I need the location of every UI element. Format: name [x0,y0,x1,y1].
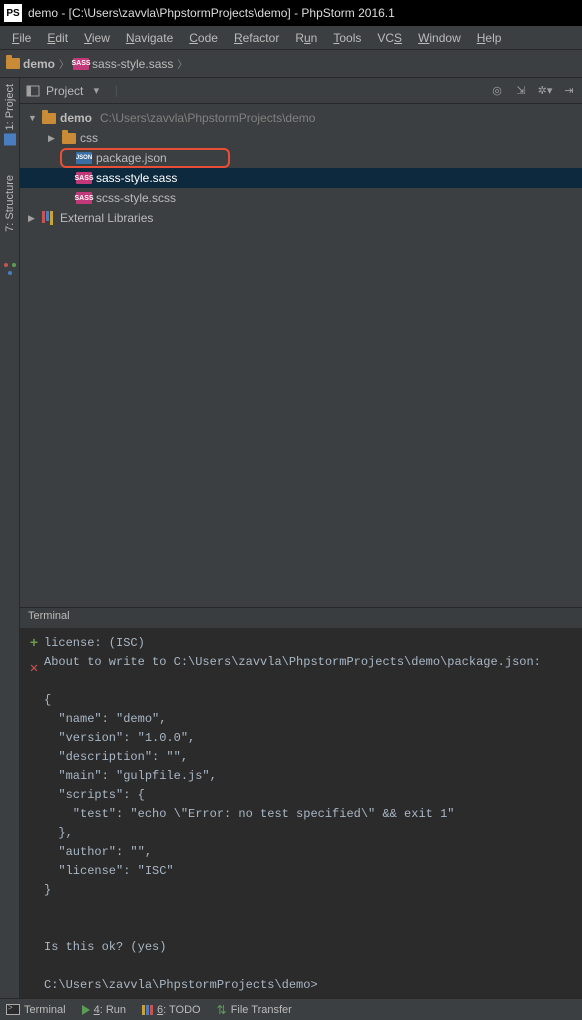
tree-root-label: demo [60,111,92,125]
folder-icon [6,58,20,69]
left-tool-strip: 1: Project 7: Structure [0,78,20,998]
hide-icon[interactable]: ⇥ [562,84,576,98]
tree-arrow-right-icon[interactable]: ▶ [28,213,38,224]
terminal-output[interactable]: license: (ISC) About to write to C:\User… [44,634,576,992]
menu-code[interactable]: Code [181,29,226,47]
gear-icon[interactable]: ✲▾ [538,84,552,98]
tree-item-label: sass-style.sass [96,171,177,185]
tree-item-css[interactable]: ▶ css [20,128,582,148]
tree-arrow-down-icon[interactable]: ▼ [28,113,38,123]
project-tab-icon [4,133,16,145]
tree-item-label: css [80,131,98,145]
menu-run[interactable]: Run [287,29,325,47]
menu-navigate[interactable]: Navigate [118,29,181,47]
chevron-right-icon: 〉 [177,56,187,71]
project-panel-title: Project [46,84,83,98]
breadcrumb: demo 〉 SASS sass-style.sass 〉 [6,56,187,71]
project-view-icon[interactable] [26,84,40,98]
divider: | [109,84,123,98]
menubar: File Edit View Navigate Code Refactor Ru… [0,26,582,50]
tree-item-label: External Libraries [60,211,153,225]
close-terminal-icon[interactable]: ✕ [30,660,38,677]
structure-icon [3,262,17,279]
status-todo[interactable]: 6: TODO [142,1004,201,1016]
folder-icon [62,133,76,144]
terminal-icon [6,1004,20,1015]
status-terminal[interactable]: Terminal [6,1004,66,1016]
project-panel-header: Project ▾ | ◎ ⇲ ✲▾ ⇥ [20,78,582,104]
tool-structure-label: 7: Structure [4,175,16,232]
tree-root-path: C:\Users\zavvla\PhpstormProjects\demo [100,111,315,125]
sass-icon: SASS [76,172,92,184]
app-icon: PS [4,4,22,22]
statusbar: Terminal 4: Run 6: TODO ⇅ File Transfer [0,998,582,1020]
add-terminal-icon[interactable]: + [30,636,38,652]
folder-icon [42,113,56,124]
navigation-bar: demo 〉 SASS sass-style.sass 〉 [0,50,582,78]
tree-item-label: package.json [96,151,167,165]
todo-icon [142,1005,153,1015]
sass-icon: SASS [76,192,92,204]
menu-view[interactable]: View [76,29,118,47]
status-run-label: : Run [100,1004,126,1016]
menu-refactor[interactable]: Refactor [226,29,287,47]
menu-tools[interactable]: Tools [325,29,369,47]
menu-edit[interactable]: Edit [39,29,76,47]
collapse-icon[interactable]: ⇲ [514,84,528,98]
tree-root[interactable]: ▼ demo C:\Users\zavvla\PhpstormProjects\… [20,108,582,128]
tree-external-libraries[interactable]: ▶ External Libraries [20,208,582,228]
window-title: demo - [C:\Users\zavvla\PhpstormProjects… [28,6,395,20]
menu-file[interactable]: File [4,29,39,47]
tree-item-scss-style[interactable]: SASS scss-style.scss [20,188,582,208]
terminal-panel: Terminal + ✕ license: (ISC) About to wri… [20,607,582,998]
project-tree[interactable]: ▼ demo C:\Users\zavvla\PhpstormProjects\… [20,104,582,607]
chevron-right-icon: 〉 [59,56,69,71]
tool-structure-tab[interactable]: 7: Structure [4,175,16,232]
menu-vcs[interactable]: VCS [369,29,410,47]
breadcrumb-file[interactable]: SASS sass-style.sass [73,57,173,71]
terminal-gutter: + ✕ [24,634,44,992]
tool-project-label: 1: Project [4,84,16,130]
tree-item-label: scss-style.scss [96,191,176,205]
menu-help[interactable]: Help [469,29,510,47]
window-titlebar: PS demo - [C:\Users\zavvla\PhpstormProje… [0,0,582,26]
status-file-transfer[interactable]: ⇅ File Transfer [217,1003,292,1017]
status-file-transfer-label: File Transfer [231,1004,292,1016]
run-icon [82,1005,90,1015]
tree-arrow-right-icon[interactable]: ▶ [48,133,58,144]
breadcrumb-file-label: sass-style.sass [92,57,173,71]
tool-project-tab[interactable]: 1: Project [4,84,16,145]
terminal-body[interactable]: + ✕ license: (ISC) About to write to C:\… [20,628,582,998]
breadcrumb-root-label: demo [23,57,55,71]
tree-item-package-json[interactable]: JSON package.json [60,148,230,168]
status-terminal-label: Terminal [24,1004,66,1016]
status-run[interactable]: 4: Run [82,1004,126,1016]
file-transfer-icon: ⇅ [217,1003,227,1017]
chevron-down-icon[interactable]: ▾ [89,84,103,98]
tree-item-sass-style[interactable]: SASS sass-style.sass [20,168,582,188]
locate-icon[interactable]: ◎ [490,84,504,98]
breadcrumb-root[interactable]: demo [6,57,55,71]
json-icon: JSON [76,152,92,164]
sass-icon: SASS [73,58,89,70]
status-todo-label: : TODO [163,1004,201,1016]
menu-window[interactable]: Window [410,29,469,47]
library-icon [42,211,56,225]
terminal-panel-title[interactable]: Terminal [20,608,582,628]
